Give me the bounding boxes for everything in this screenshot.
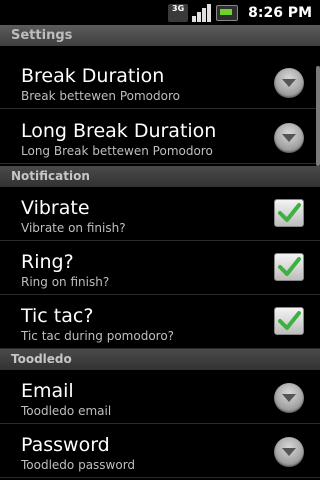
- pref-summary: Ring on finish?: [21, 275, 110, 289]
- pref-vibrate[interactable]: Vibrate Vibrate on finish?: [0, 187, 320, 241]
- pref-title: Tic tac?: [21, 305, 94, 327]
- status-time: 8:26 PM: [248, 4, 312, 21]
- chevron-down-icon[interactable]: [274, 123, 304, 153]
- vibrate-checkbox[interactable]: [274, 199, 304, 227]
- battery-icon: [216, 4, 239, 21]
- checkmark-icon: [278, 311, 301, 330]
- pref-email[interactable]: Email Toodledo email: [0, 370, 320, 424]
- pref-summary: Toodledo password: [21, 458, 136, 472]
- pref-title: Password: [21, 434, 110, 456]
- pref-title: Break Duration: [21, 65, 165, 87]
- pref-password[interactable]: Password Toodledo password: [0, 424, 320, 478]
- tic-tac-checkbox[interactable]: [274, 307, 304, 335]
- pref-tic-tac[interactable]: Tic tac? Tic tac during pomodoro?: [0, 295, 320, 349]
- chevron-down-icon[interactable]: [274, 68, 304, 98]
- pref-long-break-duration[interactable]: Long Break Duration Long Break bettewen …: [0, 110, 320, 164]
- status-bar: 3G 8:26 PM: [0, 0, 320, 25]
- pref-summary: Break bettewen Pomodoro: [21, 89, 180, 103]
- pref-summary: Toodledo email: [21, 404, 112, 418]
- chevron-down-icon[interactable]: [274, 383, 304, 413]
- pref-title: Long Break Duration: [21, 120, 217, 142]
- pref-break-duration[interactable]: Break Duration Break bettewen Pomodoro: [0, 55, 320, 109]
- category-notification: Notification: [0, 166, 320, 187]
- scrollbar[interactable]: [316, 66, 320, 166]
- status-icons: 3G 8:26 PM: [168, 0, 320, 25]
- pref-title: Vibrate: [21, 197, 90, 219]
- signal-strength-icon: [192, 3, 212, 22]
- pref-title: Email: [21, 380, 74, 402]
- pref-title: Ring?: [21, 251, 74, 273]
- network-3g-icon: 3G: [168, 3, 189, 22]
- settings-screen: 3G 8:26 PM Settings Break Duration Break…: [0, 0, 320, 480]
- checkmark-icon: [278, 203, 301, 222]
- pref-summary: Tic tac during pomodoro?: [21, 329, 175, 343]
- ring-checkbox[interactable]: [274, 253, 304, 281]
- pref-summary: Long Break bettewen Pomodoro: [21, 144, 213, 158]
- page-title: Settings: [0, 25, 320, 46]
- category-toodledo: Toodledo: [0, 349, 320, 370]
- chevron-down-icon[interactable]: [274, 437, 304, 467]
- pref-ring[interactable]: Ring? Ring on finish?: [0, 241, 320, 295]
- checkmark-icon: [278, 257, 301, 276]
- pref-summary: Vibrate on finish?: [21, 221, 126, 235]
